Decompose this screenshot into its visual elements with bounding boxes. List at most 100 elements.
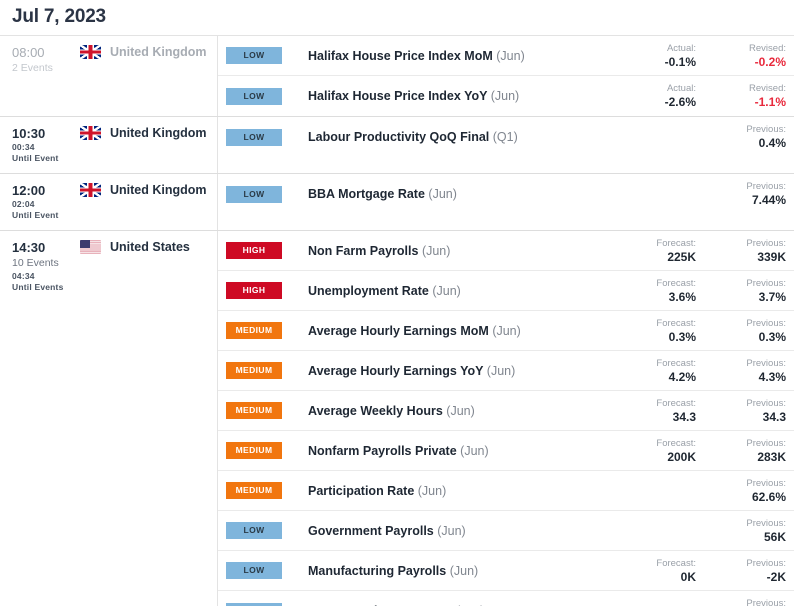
event-time-block: 12:00 02:04 Until Event [12,183,80,221]
event-primary-value-label: Forecast: [656,357,696,369]
event-row[interactable]: MEDIUM Average Hourly Earnings MoM (Jun) F… [218,311,794,351]
event-secondary-value: Revised: -0.2% [704,42,794,70]
event-row[interactable]: LOW BBA Mortgage Rate (Jun) Previous: 7.44% [218,174,794,214]
time-group: 12:00 02:04 Until Event United Kingdom LOW BB… [0,174,794,231]
event-name[interactable]: Halifax House Price Index YoY (Jun) [282,89,614,103]
event-group-meta: 10:30 00:34 Until Event United Kingdom [0,117,218,173]
united-kingdom-flag-icon [80,126,101,140]
event-name-text: Government Payrolls [308,523,434,538]
event-countdown-label: Until Events [12,282,64,292]
event-list: HIGH Non Farm Payrolls (Jun) Forecast: 225K… [218,231,794,606]
event-secondary-value: Revised: -1.1% [704,82,794,110]
event-name-text: Average Hourly Earnings YoY [308,363,484,378]
page-title: Jul 7, 2023 [12,6,106,27]
event-secondary-value: Previous: 283K [704,437,794,465]
event-row[interactable]: MEDIUM Nonfarm Payrolls Private (Jun) Fore… [218,431,794,471]
impact-badge[interactable]: LOW [226,128,282,146]
event-primary-value: Forecast: 3.6% [614,277,704,305]
event-row[interactable]: MEDIUM Average Weekly Hours (Jun) Forecast… [218,391,794,431]
event-primary-value-label: Actual: [666,83,696,94]
event-row[interactable]: LOW Halifax House Price Index MoM (Jun) Ac… [218,36,794,76]
event-name[interactable]: Average Hourly Earnings MoM (Jun) [282,324,614,338]
event-name[interactable]: BBA Mortgage Rate (Jun) [282,187,614,201]
event-time: 10:30 [12,126,46,141]
impact-badge[interactable]: MEDIUM [226,442,282,459]
event-period: (Jun) [446,403,475,418]
event-name[interactable]: Labour Productivity QoQ Final (Q1) [282,130,614,144]
event-primary-value: Forecast: 0K [614,557,704,585]
event-secondary-value: Previous: 339K [704,237,794,265]
event-row[interactable]: LOW Manufacturing Payrolls (Jun) Forecast:… [218,551,794,591]
event-row[interactable]: LOW Labour Productivity QoQ Final (Q1) Pre… [218,117,794,157]
event-period: (Jun) [437,523,466,538]
event-name[interactable]: Nonfarm Payrolls Private (Jun) [282,444,614,458]
event-name-text: Halifax House Price Index YoY [308,89,488,103]
impact-badge[interactable]: LOW [226,87,282,105]
event-name-text: Nonfarm Payrolls Private [308,443,457,458]
impact-badge[interactable]: HIGH [226,242,282,259]
event-secondary-value: Previous: 7.44% [704,180,794,208]
event-row[interactable]: HIGH Non Farm Payrolls (Jun) Forecast: 225K… [218,231,794,271]
impact-badge[interactable]: MEDIUM [226,482,282,499]
event-secondary-value: Previous: 0.4% [704,123,794,151]
event-countdown: 00:34 [12,142,35,152]
event-row[interactable]: MEDIUM Average Hourly Earnings YoY (Jun) F… [218,351,794,391]
event-secondary-value-label: Previous: [746,317,786,329]
event-secondary-value-number: 7.44% [751,193,786,207]
event-row[interactable]: LOW Halifax House Price Index YoY (Jun) Ac… [218,76,794,116]
event-primary-value-number: 34.3 [672,409,696,424]
event-primary-value: Forecast: 4.2% [614,357,704,385]
event-name-text: Manufacturing Payrolls [308,563,447,578]
event-secondary-value-label: Previous: [746,598,786,606]
event-name[interactable]: Participation Rate (Jun) [282,484,614,498]
event-row[interactable]: LOWU-6 Unemployment Rate (Jun)Previous:6… [218,591,794,606]
country-name: United States [110,240,190,254]
event-name[interactable]: Government Payrolls (Jun) [282,524,614,538]
event-secondary-value-number: 283K [757,449,786,464]
event-row[interactable]: LOW Government Payrolls (Jun) Previous: 56K [218,511,794,551]
event-group-meta: 14:30 10 Events 04:34 Until Events United St… [0,231,218,606]
time-group: 08:00 2 Events United Kingdom LOW Halifax Ho… [0,36,794,117]
event-primary-value: Forecast: 34.3 [614,397,704,425]
event-period: (Jun) [490,89,520,103]
event-name[interactable]: Halifax House Price Index MoM (Jun) [282,49,614,63]
country-block: United Kingdom [80,183,207,197]
event-secondary-value-number: 56K [763,529,786,544]
event-group-meta: 08:00 2 Events United Kingdom [0,36,218,116]
event-secondary-value-number: 34.3 [762,409,786,424]
event-period: (Jun) [496,48,525,63]
united-states-flag-icon [80,240,101,254]
impact-badge[interactable]: LOW [226,47,282,64]
event-secondary-value: Previous: 56K [704,517,794,545]
event-period: (Jun) [460,443,489,458]
event-primary-value-label: Actual: [666,42,696,54]
event-list: LOW Halifax House Price Index MoM (Jun) Ac… [218,36,794,116]
economic-calendar: 08:00 2 Events United Kingdom LOW Halifax Ho… [0,35,794,606]
impact-badge[interactable]: LOW [226,522,282,539]
impact-badge[interactable]: LOW [226,602,282,606]
event-row[interactable]: HIGH Unemployment Rate (Jun) Forecast: 3.6%… [218,271,794,311]
event-name[interactable]: Manufacturing Payrolls (Jun) [282,564,614,578]
event-name[interactable]: Average Weekly Hours (Jun) [282,404,614,418]
event-countdown: 02:04 [12,199,35,209]
event-primary-value: Forecast: 225K [614,237,704,265]
impact-badge[interactable]: MEDIUM [226,402,282,419]
event-primary-value-number: 200K [667,449,696,464]
event-time: 08:00 [12,45,45,60]
event-name[interactable]: Average Hourly Earnings YoY (Jun) [282,364,614,378]
event-secondary-value-number: -2K [766,569,786,584]
impact-badge[interactable]: MEDIUM [226,362,282,379]
event-name[interactable]: Non Farm Payrolls (Jun) [282,244,614,258]
country-name: United Kingdom [110,126,207,140]
country-name: United Kingdom [110,45,207,59]
impact-badge[interactable]: HIGH [226,282,282,299]
impact-badge[interactable]: LOW [226,185,282,203]
event-name[interactable]: Unemployment Rate (Jun) [282,284,614,298]
event-time: 14:30 [12,240,46,255]
event-secondary-value-label: Previous: [746,124,786,135]
event-row[interactable]: MEDIUM Participation Rate (Jun) Previous: 6… [218,471,794,511]
event-secondary-value-label: Previous: [746,237,786,249]
impact-badge[interactable]: MEDIUM [226,322,282,339]
impact-badge[interactable]: LOW [226,562,282,579]
event-primary-value-number: 0K [680,569,696,584]
